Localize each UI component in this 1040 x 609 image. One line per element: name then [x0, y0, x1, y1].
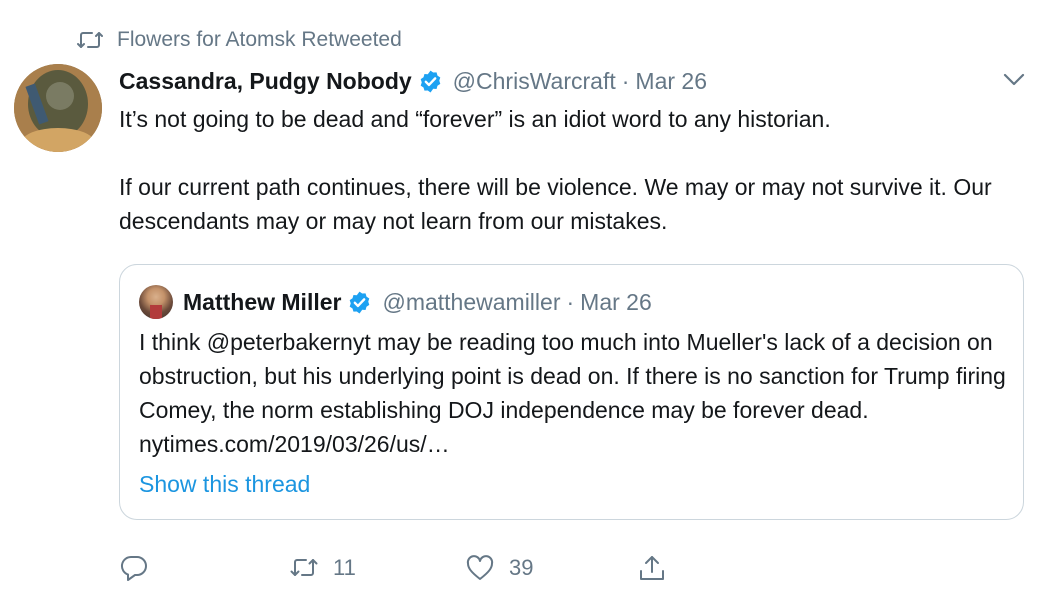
- quoted-tweet-text: I think @peterbakernyt may be reading to…: [139, 329, 1006, 457]
- separator-dot: ·: [566, 288, 575, 315]
- tweet-actions: 11 39: [119, 548, 819, 588]
- user-handle[interactable]: @ChrisWarcraft: [453, 68, 616, 95]
- quoted-tweet-card[interactable]: Matthew Miller @matthewamiller · Mar 26 …: [119, 264, 1024, 520]
- like-button[interactable]: 39: [465, 548, 533, 588]
- quoted-tweet-header: Matthew Miller @matthewamiller · Mar 26: [139, 283, 652, 321]
- quoted-user-handle: @matthewamiller: [382, 288, 561, 315]
- retweet-icon: [77, 29, 103, 51]
- heart-icon: [465, 553, 495, 583]
- retweet-banner-text: Flowers for Atomsk Retweeted: [117, 28, 402, 51]
- tweet-paragraph: If our current path continues, there wil…: [119, 174, 992, 234]
- tweet-menu-button[interactable]: [1000, 68, 1028, 96]
- retweet-banner[interactable]: Flowers for Atomsk Retweeted: [77, 26, 402, 54]
- display-name[interactable]: Cassandra, Pudgy Nobody: [119, 68, 412, 95]
- reply-icon: [119, 553, 149, 583]
- quoted-display-name: Matthew Miller: [183, 288, 342, 315]
- quoted-user-avatar: [139, 285, 173, 319]
- retweet-button[interactable]: 11: [289, 548, 356, 588]
- verified-badge-icon: [418, 69, 443, 94]
- user-avatar[interactable]: [14, 64, 102, 152]
- like-count: 39: [509, 555, 534, 580]
- quoted-tweet-date: Mar 26: [580, 288, 652, 315]
- chevron-down-icon: [1003, 73, 1025, 92]
- verified-badge-icon: [347, 290, 372, 315]
- retweet-count: 11: [333, 555, 356, 580]
- tweet-body: It’s not going to be dead and “forever” …: [119, 102, 999, 238]
- show-thread-link[interactable]: Show this thread: [139, 471, 310, 498]
- retweet-icon: [289, 553, 319, 583]
- share-icon: [637, 553, 667, 583]
- tweet-date[interactable]: Mar 26: [635, 68, 707, 95]
- tweet-paragraph: It’s not going to be dead and “forever” …: [119, 106, 831, 132]
- separator-dot: ·: [621, 67, 630, 94]
- tweet-header: Cassandra, Pudgy Nobody @ChrisWarcraft ·…: [119, 64, 707, 98]
- share-button[interactable]: [637, 548, 667, 588]
- reply-button[interactable]: [119, 548, 163, 588]
